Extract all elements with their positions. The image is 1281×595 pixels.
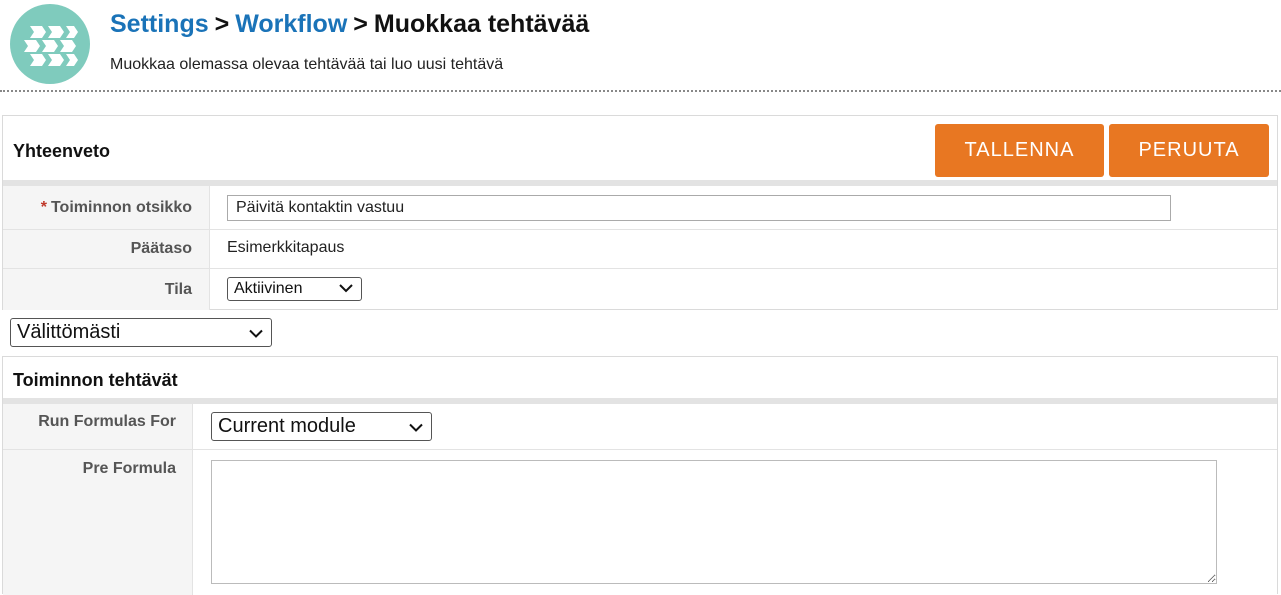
status-select[interactable]: Aktiivinen <box>227 277 362 301</box>
summary-panel-title: Yhteenveto <box>13 141 111 161</box>
tasks-panel-header: Toiminnon tehtävät <box>3 357 1277 404</box>
breadcrumb-separator: > <box>214 10 230 38</box>
action-title-input[interactable] <box>227 195 1171 221</box>
logo-icon <box>10 4 90 84</box>
pre-formula-textarea[interactable] <box>211 460 1217 584</box>
run-formulas-row: Run Formulas For Current module <box>3 404 1277 450</box>
status-row: Tila Aktiivinen <box>3 269 1277 310</box>
breadcrumb-workflow-link[interactable]: Workflow <box>235 10 347 38</box>
pre-formula-label: Pre Formula <box>3 450 193 595</box>
run-formulas-select-value: Current module <box>218 415 356 437</box>
action-title-row: * Toiminnon otsikko <box>3 186 1277 230</box>
breadcrumb: Settings > Workflow > Muokkaa tehtävää <box>110 10 589 39</box>
chevron-down-icon <box>409 415 423 438</box>
cancel-button[interactable]: PERUUTA <box>1109 124 1269 177</box>
parent-label: Päätaso <box>3 230 210 268</box>
run-formulas-select[interactable]: Current module <box>211 412 432 441</box>
action-title-label: * Toiminnon otsikko <box>3 186 210 229</box>
save-button[interactable]: TALLENNA <box>935 124 1104 177</box>
parent-value: Esimerkkitapaus <box>227 239 345 256</box>
required-marker: * <box>40 199 47 216</box>
header-divider <box>0 90 1281 92</box>
tasks-panel: Toiminnon tehtävät Run Formulas For Curr… <box>2 356 1278 595</box>
status-label: Tila <box>3 269 210 310</box>
chevron-down-icon <box>249 321 263 344</box>
breadcrumb-settings-link[interactable]: Settings <box>110 10 209 38</box>
parent-row: Päätaso Esimerkkitapaus <box>3 230 1277 269</box>
breadcrumb-separator: > <box>353 10 368 38</box>
chevron-down-icon <box>339 280 353 298</box>
summary-panel: Yhteenveto TALLENNA PERUUTA * Toiminnon o… <box>2 115 1278 310</box>
trigger-select-value: Välittömästi <box>17 321 121 343</box>
trigger-select[interactable]: Välittömästi <box>10 318 272 347</box>
status-select-value: Aktiivinen <box>234 280 303 297</box>
page-subtitle: Muokkaa olemassa olevaa tehtävää tai luo… <box>110 56 504 73</box>
tasks-panel-title: Toiminnon tehtävät <box>13 370 178 390</box>
summary-panel-header: Yhteenveto TALLENNA PERUUTA <box>3 116 1277 186</box>
run-formulas-label: Run Formulas For <box>3 404 193 449</box>
page-title: Muokkaa tehtävää <box>373 10 590 38</box>
